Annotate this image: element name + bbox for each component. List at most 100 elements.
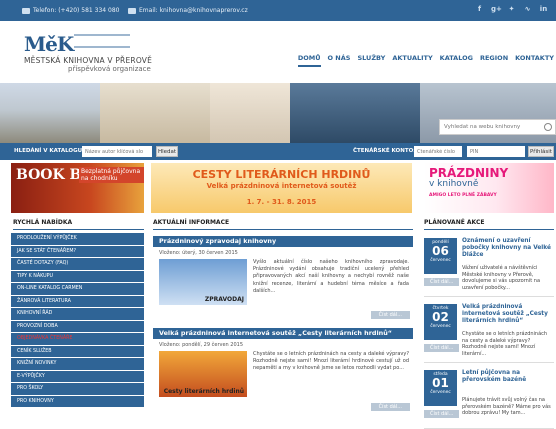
banner-photo-kids: CH [210,83,470,143]
quick-menu-item[interactable]: ŽÁNROVÁ LITERATURA [11,295,144,308]
event-day: 02 [432,310,449,324]
nav-news[interactable]: AKTUALITY [392,54,432,67]
site-search-input[interactable] [440,120,540,134]
promo-holiday[interactable]: PRÁZDNINY v knihovně AMIGO LETO PLNÉ ZÁB… [424,163,554,213]
reader-number-input[interactable] [414,146,462,157]
catalog-search-button[interactable]: Hledat [156,146,178,157]
article-excerpt: Chystáte se o letních prázdninách na ces… [253,351,409,372]
event-read-more-button[interactable]: Číst dál... [424,278,460,286]
search-icon[interactable] [544,123,552,131]
article-date: Vloženo: úterý, 30 červen 2015 [159,250,238,256]
news-article: Velká prázdninová internetová soutěž „Ce… [153,328,413,413]
event-month: červenec [430,390,451,395]
email-contact[interactable]: Email: knihovna@knihovnaprerov.cz [128,7,248,14]
quick-menu-item[interactable]: KNIHOVNÍ ŘÁD [11,308,144,321]
facebook-icon[interactable]: f [475,5,484,14]
event-date-badge: středa 01 červenec [424,370,457,406]
holiday-subtitle: v knihovně [429,179,479,189]
events-heading: PLÁNOVANÉ AKCE [424,219,554,230]
nav-region[interactable]: REGION [480,54,508,67]
event-item: pondělí 06 červenec Oznámení o uzavření … [424,234,554,297]
pin-input[interactable] [467,146,525,157]
nav-services[interactable]: SLUŽBY [357,54,385,67]
main-nav: DOMŮ O NÁS SLUŽBY AKTUALITY KATALOG REGI… [297,54,554,67]
catalog-search-input[interactable] [82,146,152,157]
event-read-more-button[interactable]: Číst dál... [424,344,460,352]
event-title[interactable]: Oznámení o uzavření pobočky knihovny na … [462,238,554,259]
contest-title: CESTY LITERÁRNÍCH HRDINŮ [192,168,371,181]
event-item: čtvrtek 02 červenec Velká prázdninová in… [424,300,554,363]
rss-icon[interactable]: ∿ [523,5,532,14]
article-date: Vloženo: pondělí, 29 červen 2015 [159,342,244,348]
thumbnail-caption: ZPRAVODAJ [204,296,244,303]
quick-menu-item[interactable]: E-VÝPŮJČKY [11,370,144,383]
header: MěK MĚSTSKÁ KNIHOVNA V PŘEROVĚ příspěvko… [0,21,556,83]
article-thumbnail[interactable]: Cesty literárních hrdinů [159,351,247,397]
quick-menu-item-active[interactable]: OBJEDNÁVKA ČTENÁŘE [11,333,144,346]
article-thumbnail[interactable]: ZPRAVODAJ [159,259,247,305]
news-heading: AKTUÁLNÍ INFORMACE [153,219,413,230]
email-text[interactable]: Email: knihovna@knihovnaprerov.cz [139,7,248,14]
banner-photo-library [100,83,210,143]
nav-contacts[interactable]: KONTAKTY [515,54,554,67]
events-list: pondělí 06 červenec Oznámení o uzavření … [424,234,554,429]
event-date-badge: čtvrtek 02 červenec [424,304,457,340]
top-bar: Telefon: (+420) 581 334 080 Email: kniho… [0,0,556,21]
contest-dates: 1. 7. - 31. 8. 2015 [246,198,317,206]
event-description: Vážení uživatelé a návštěvníci Městské k… [462,265,541,291]
account-label: ČTENÁŘSKÉ KONTO: [353,148,416,154]
event-description: Chystáte se o letních prázdninách na ces… [462,331,548,357]
phone-text: Telefon: (+420) 581 334 080 [33,7,120,14]
article-body: ZPRAVODAJ Vyšlo aktuální číslo našeho kn… [153,259,413,321]
event-date-badge: pondělí 06 červenec [424,238,457,274]
catalog-label: HLEDÁNÍ V KATALOGU: [14,148,85,154]
quick-menu-item[interactable]: PRO KNIHOVNY [11,395,144,408]
holiday-note: AMIGO LETO PLNÉ ZÁBAVY [429,193,497,198]
read-more-button[interactable]: Číst dál... [370,311,410,319]
quick-menu-heading: RYCHLÁ NABÍDKA [13,219,144,230]
twitter-icon[interactable]: ✦ [507,5,516,14]
event-read-more-button[interactable]: Číst dál... [424,410,460,418]
logo-subtitle: příspěvková organizace [68,65,151,73]
quick-menu-item[interactable]: JAK SE STÁT ČTENÁŘEM? [11,245,144,258]
book-burger-tag: Bezplatná půjčovna na chodníku [79,167,144,183]
email-icon [128,7,136,14]
event-title[interactable]: Velká prázdninová internetová soutěž „Ce… [462,304,554,325]
catalog-bar: HLEDÁNÍ V KATALOGU: Hledat ČTENÁŘSKÉ KON… [0,143,556,160]
event-day: 06 [432,244,449,258]
linkedin-icon[interactable]: in [539,5,548,14]
quick-menu-item[interactable]: ČASTÉ DOTAZY (FAQ) [11,258,144,271]
promo-contest[interactable]: CESTY LITERÁRNÍCH HRDINŮ Velká prázdnino… [151,163,412,213]
quick-menu-item[interactable]: PROVOZNÍ DOBA [11,320,144,333]
logo-name: MĚSTSKÁ KNIHOVNA V PŘEROVĚ [24,56,153,65]
quick-menu-item[interactable]: ON-LINE KATALOG CARMEN [11,283,144,296]
quick-menu-item[interactable]: CENÍK SLUŽEB [11,345,144,358]
quick-menu: PRODLOUŽENÍ VÝPŮJČEK JAK SE STÁT ČTENÁŘE… [11,233,144,408]
promo-banners: BOOK BURGER Bezplatná půjčovna na chodní… [0,163,556,213]
quick-menu-item[interactable]: PRODLOUŽENÍ VÝPŮJČEK [11,233,144,246]
quick-menu-item[interactable]: KNIŽNÍ NOVINKY [11,358,144,371]
article-title[interactable]: Velká prázdninová internetová soutěž „Ce… [153,328,413,339]
thumbnail-caption: Cesty literárních hrdinů [163,388,244,395]
event-day: 01 [432,376,449,390]
nav-home[interactable]: DOMŮ [297,54,321,67]
read-more-button[interactable]: Číst dál... [370,403,410,411]
login-button[interactable]: Přihlásit [528,146,554,157]
site-logo[interactable]: MěK MĚSTSKÁ KNIHOVNA V PŘEROVĚ příspěvko… [16,32,166,76]
event-description: Plánujete trávit svůj volný čas na přero… [462,397,551,416]
promo-book-burger[interactable]: BOOK BURGER Bezplatná půjčovna na chodní… [11,163,144,213]
event-item: středa 01 červenec Letní půjčovna na pře… [424,366,554,429]
quick-menu-item[interactable]: PRO ŠKOLY [11,383,144,396]
nav-about[interactable]: O NÁS [328,54,351,67]
quick-menu-item[interactable]: TIPY K NÁKUPU [11,270,144,283]
phone-contact: Telefon: (+420) 581 334 080 [22,7,119,14]
google-plus-icon[interactable]: g+ [491,5,502,14]
phone-icon [22,7,30,14]
nav-catalog[interactable]: KATALOG [440,54,473,67]
logo-mark: MěK [24,32,74,56]
event-month: červenec [430,324,451,329]
banner-photo-computers [290,83,420,143]
event-title[interactable]: Letní půjčovna na přerovském bazéně [462,370,554,384]
article-title[interactable]: Prázdninový zpravodaj knihovny [153,236,413,247]
article-body: Cesty literárních hrdinů Chystáte se o l… [153,351,413,413]
